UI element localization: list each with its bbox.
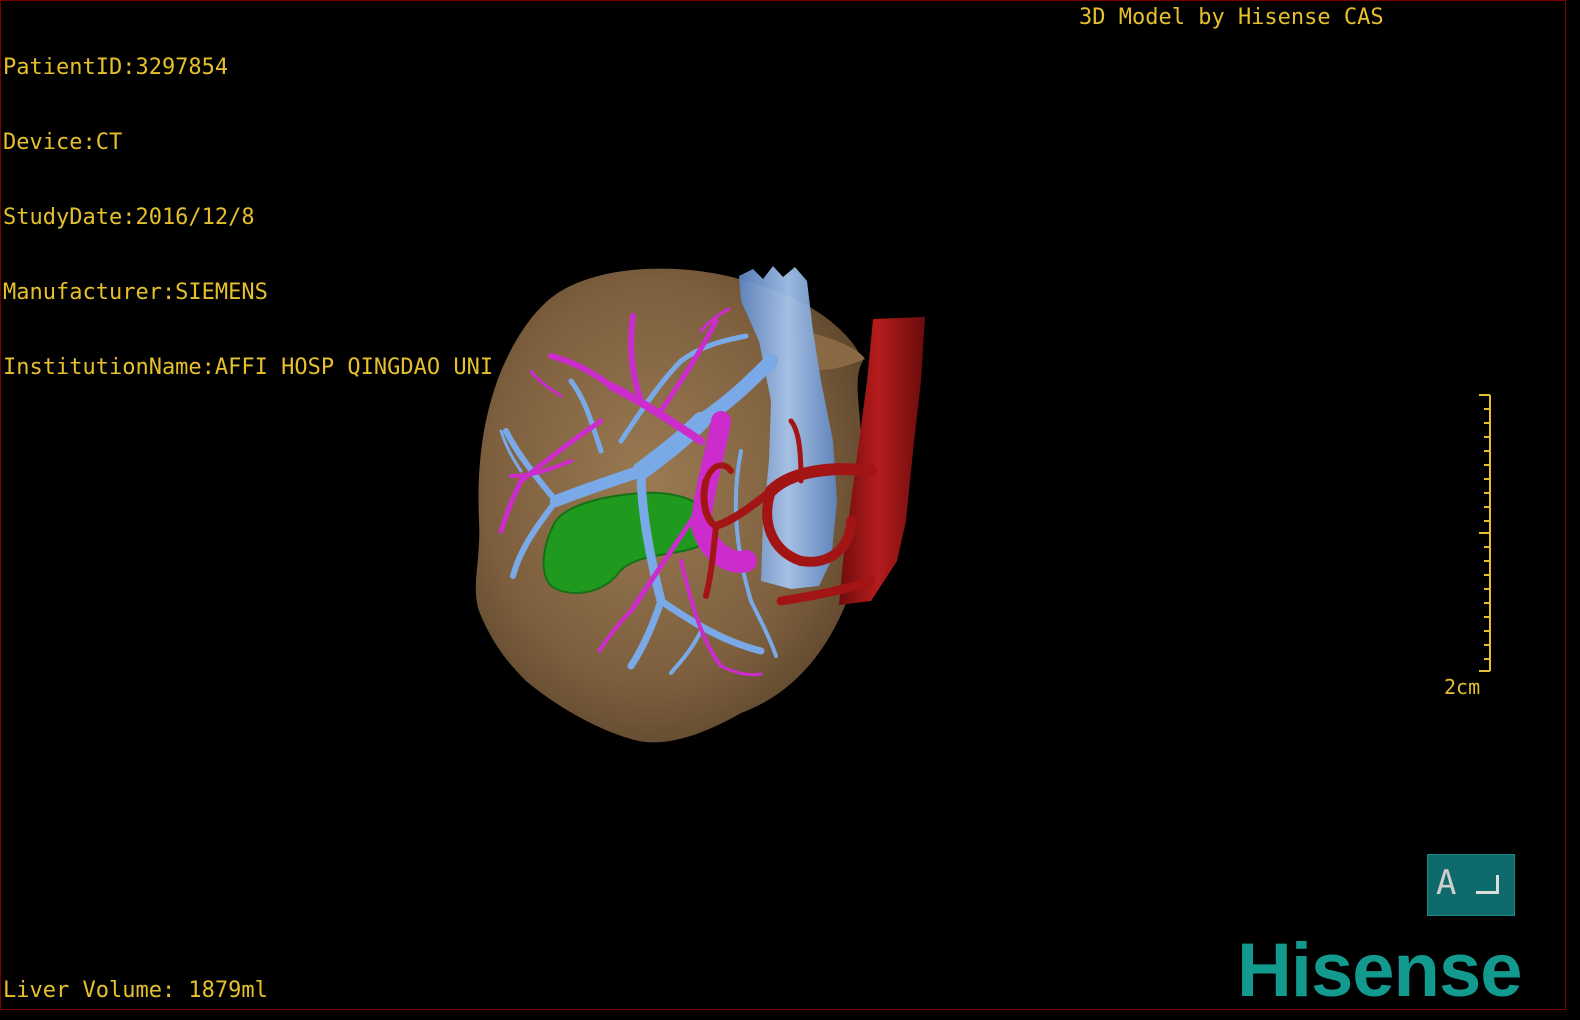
manufacturer-text: Manufacturer:SIEMENS [3, 280, 268, 305]
scale-bar [1479, 394, 1491, 672]
dicom-info-overlay: PatientID:3297854 Device:CT StudyDate:20… [3, 5, 493, 430]
3d-render-viewport[interactable]: PatientID:3297854 Device:CT StudyDate:20… [0, 0, 1566, 1010]
device-text: Device:CT [3, 130, 123, 155]
hisense-logo: Hisense [1237, 928, 1522, 1010]
orientation-cube-icon[interactable]: A [1427, 854, 1515, 916]
scale-bar-label: 2cm [1444, 675, 1481, 699]
patient-id-text: PatientID:3297854 [3, 55, 229, 80]
institution-text: InstitutionName:AFFI HOSP QINGDAO UNI [3, 355, 494, 380]
model-credit-text: 3D Model by Hisense CAS [1079, 5, 1384, 30]
orientation-corner-glyph [1476, 875, 1499, 894]
orientation-letter: A [1436, 863, 1457, 903]
liver-volume-text: Liver Volume: 1879ml [3, 978, 268, 1003]
study-date-text: StudyDate:2016/12/8 [3, 205, 255, 230]
